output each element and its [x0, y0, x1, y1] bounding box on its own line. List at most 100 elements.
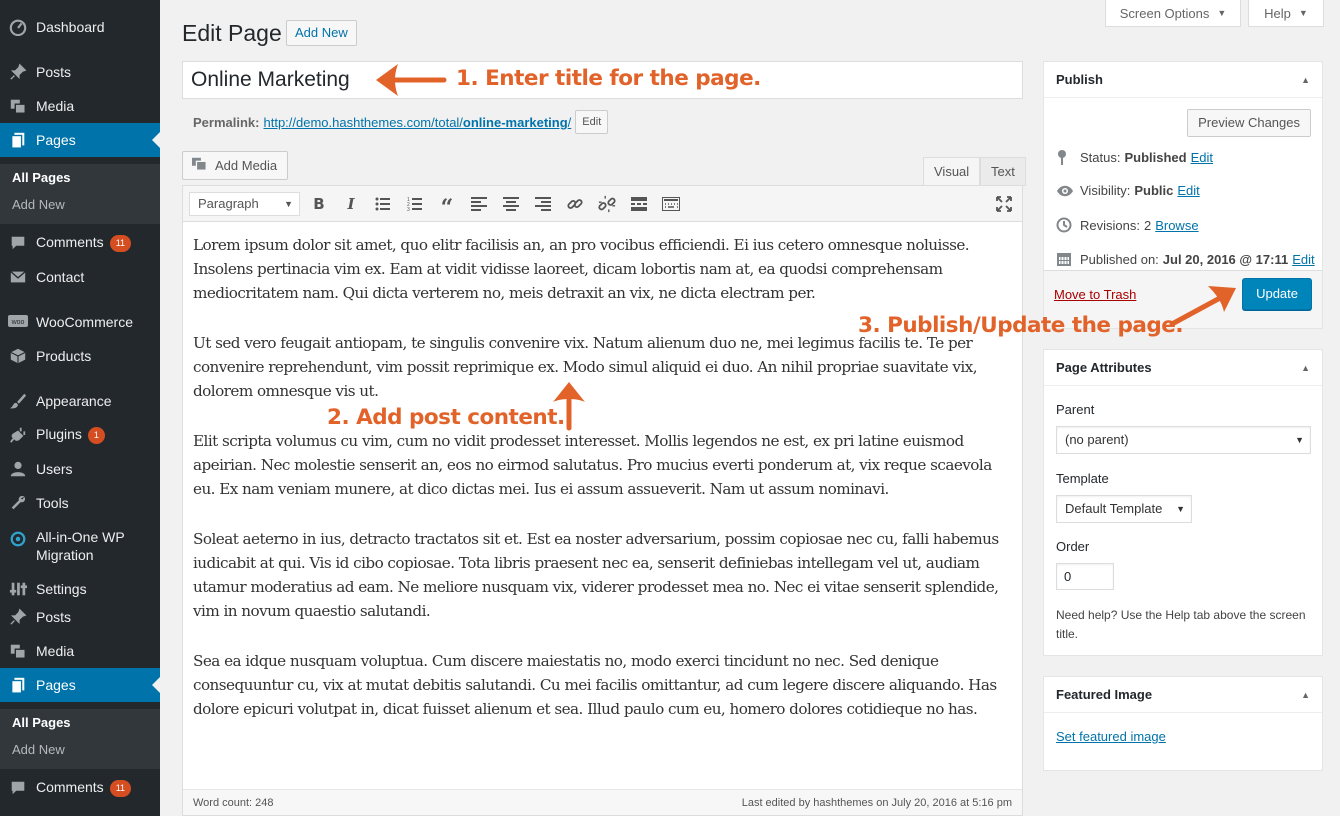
status-row: Status: Published Edit: [1056, 149, 1213, 165]
sidebar-item-media-2[interactable]: Media: [0, 634, 160, 668]
editor-content[interactable]: Lorem ipsum dolor sit amet, quo elitr fa…: [183, 223, 1022, 791]
move-to-trash-link[interactable]: Move to Trash: [1054, 287, 1136, 302]
content-paragraph: Soleat aeterno in ius, detracto tractato…: [193, 530, 999, 620]
submenu-all-pages-2[interactable]: All Pages: [0, 709, 160, 736]
featured-image-header[interactable]: Featured Image ▲: [1044, 677, 1322, 713]
sidebar-item-users[interactable]: Users: [0, 452, 160, 486]
pin-icon: [0, 63, 36, 81]
sidebar-item-dashboard[interactable]: Dashboard: [0, 10, 160, 44]
align-left-icon[interactable]: [467, 193, 491, 215]
annotation-arrow-left: [376, 64, 447, 96]
caret-down-icon: ▼: [1217, 8, 1227, 18]
update-button[interactable]: Update: [1242, 278, 1312, 310]
unlink-icon[interactable]: [595, 193, 619, 215]
wrench-icon: [0, 494, 36, 512]
content-editor: Paragraph ▼ B I 123 “ Lorem ipsum dolor s…: [182, 185, 1023, 816]
caret-down-icon: ▼: [1295, 435, 1304, 445]
parent-select[interactable]: (no parent) ▼: [1056, 426, 1311, 454]
collapse-icon[interactable]: ▲: [1301, 350, 1310, 386]
order-label: Order: [1056, 539, 1090, 554]
bold-icon[interactable]: B: [307, 193, 331, 215]
caret-down-icon: ▼: [1298, 8, 1308, 18]
sidebar-item-comments-2[interactable]: Comments 11: [0, 771, 160, 805]
editor-toolbar: Paragraph ▼ B I 123 “: [183, 186, 1022, 222]
revisions-icon: [1056, 217, 1080, 233]
edit-status-link[interactable]: Edit: [1191, 150, 1213, 165]
add-media-button[interactable]: Add Media: [182, 151, 289, 180]
featured-image-box: Featured Image ▲ Set featured image: [1043, 676, 1323, 771]
word-count: Word count: 248: [193, 796, 274, 809]
box-icon: [0, 347, 36, 365]
fullscreen-icon[interactable]: [992, 193, 1016, 215]
browse-revisions-link[interactable]: Browse: [1155, 218, 1198, 233]
sidebar-item-pages-2[interactable]: Pages: [0, 668, 160, 702]
plugins-count-badge: 1: [87, 427, 105, 444]
publish-box-header[interactable]: Publish ▲: [1044, 62, 1322, 98]
permalink-link[interactable]: http://demo.hashthemes.com/total/online-…: [263, 115, 571, 130]
submenu-all-pages[interactable]: All Pages: [0, 164, 160, 191]
caret-down-icon: ▼: [1176, 504, 1185, 514]
sidebar-item-contact[interactable]: Contact: [0, 260, 160, 294]
align-center-icon[interactable]: [499, 193, 523, 215]
toolbar-toggle-icon[interactable]: [659, 193, 683, 215]
comments-count-badge-2: 11: [109, 780, 132, 797]
permalink-row: Permalink: http://demo.hashthemes.com/to…: [193, 110, 609, 134]
tab-visual[interactable]: Visual: [923, 157, 981, 186]
sidebar-item-pages[interactable]: Pages: [0, 123, 160, 157]
annotation-step-1: 1. Enter title for the page.: [456, 66, 761, 91]
sidebar-item-comments[interactable]: Comments 11: [0, 226, 160, 260]
brush-icon: [0, 392, 36, 410]
blockquote-icon[interactable]: “: [435, 193, 459, 221]
help-button[interactable]: Help ▼: [1248, 0, 1324, 27]
sidebar-item-posts[interactable]: Posts: [0, 55, 160, 89]
published-on-row: Published on: Jul 20, 2016 @ 17:11 Edit: [1056, 251, 1315, 267]
comments-count-badge: 11: [109, 235, 132, 252]
sidebar-item-media[interactable]: Media: [0, 89, 160, 123]
sidebar-item-plugins[interactable]: Plugins 1: [0, 418, 160, 452]
collapse-icon[interactable]: ▲: [1301, 62, 1310, 98]
sidebar-item-all-in-one-migration[interactable]: All-in-One WP Migration: [0, 528, 160, 568]
order-input[interactable]: 0: [1056, 563, 1114, 590]
calendar-icon: [1056, 251, 1080, 267]
pages-icon: [0, 676, 36, 694]
annotation-step-3: 3. Publish/Update the page.: [858, 313, 1184, 338]
sidebar-item-tools[interactable]: Tools: [0, 486, 160, 520]
submenu-add-new[interactable]: Add New: [0, 191, 160, 218]
page-attributes-header[interactable]: Page Attributes ▲: [1044, 350, 1322, 386]
woo-icon: woo: [0, 315, 36, 329]
visibility-row: Visibility: Public Edit: [1056, 183, 1200, 198]
comment-icon: [0, 234, 36, 252]
mail-icon: [0, 268, 36, 286]
sidebar-item-appearance[interactable]: Appearance: [0, 384, 160, 418]
plug-icon: [0, 426, 36, 444]
media-icon: [191, 156, 209, 175]
editor-status-bar: Word count: 248 Last edited by hashtheme…: [183, 789, 1022, 815]
screen-options-button[interactable]: Screen Options ▼: [1105, 0, 1241, 27]
numbered-list-icon[interactable]: 123: [403, 193, 427, 215]
edit-visibility-link[interactable]: Edit: [1177, 183, 1199, 198]
preview-changes-button[interactable]: Preview Changes: [1187, 109, 1311, 137]
read-more-icon[interactable]: [627, 193, 651, 215]
sidebar-item-products[interactable]: Products: [0, 339, 160, 373]
template-select[interactable]: Default Template ▼: [1056, 495, 1192, 523]
tab-text[interactable]: Text: [980, 157, 1026, 186]
set-featured-image-link[interactable]: Set featured image: [1056, 729, 1166, 744]
pin-icon: [1056, 149, 1080, 165]
bullet-list-icon[interactable]: [371, 193, 395, 215]
user-icon: [0, 460, 36, 478]
format-select[interactable]: Paragraph ▼: [189, 192, 300, 216]
pages-icon: [0, 131, 36, 149]
sidebar-item-posts-2[interactable]: Posts: [0, 600, 160, 634]
add-new-page-button[interactable]: Add New: [286, 20, 357, 46]
italic-icon[interactable]: I: [339, 193, 363, 215]
collapse-icon[interactable]: ▲: [1301, 677, 1310, 713]
annotation-arrow-diagonal: [1169, 286, 1236, 327]
sidebar-item-woocommerce[interactable]: woo WooCommerce: [0, 305, 160, 339]
svg-text:3: 3: [407, 207, 410, 211]
align-right-icon[interactable]: [531, 193, 555, 215]
link-icon[interactable]: [563, 193, 587, 215]
edit-permalink-button[interactable]: Edit: [575, 110, 609, 134]
submenu-add-new-2[interactable]: Add New: [0, 736, 160, 763]
svg-text:woo: woo: [11, 319, 25, 326]
edit-date-link[interactable]: Edit: [1292, 252, 1314, 267]
